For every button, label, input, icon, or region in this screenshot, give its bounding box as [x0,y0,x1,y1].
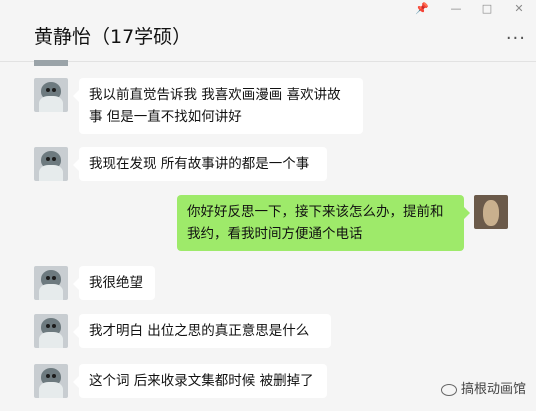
avatar[interactable] [34,266,68,300]
minimize-icon[interactable]: — [446,2,466,15]
close-icon[interactable]: ✕ [509,2,529,15]
avatar-self[interactable] [474,195,508,229]
more-icon[interactable]: ··· [506,28,526,49]
message-bubble: 我以前直觉告诉我 我喜欢画漫画 喜欢讲故事 但是一直不找如何讲好 [73,78,363,134]
message-bubble: 这个词 后来收录文集都时候 被删掉了 [73,364,327,398]
avatar[interactable] [34,60,68,66]
avatar[interactable] [34,147,68,181]
pin-icon[interactable]: 📌 [412,2,432,15]
watermark: 搞根动画馆 [440,378,526,397]
watermark-text: 搞根动画馆 [460,382,526,397]
message-bubble: 我才明白 出位之思的真正意思是什么 [73,314,331,348]
maximize-icon[interactable]: □ [477,2,497,15]
chat-title: 黄静怡（17学硕） [34,26,192,48]
chat-header: 黄静怡（17学硕） 📌 — □ ✕ ··· [0,0,536,62]
message-bubble: 我很绝望 [73,266,155,300]
message-bubble: 我现在发现 所有故事讲的都是一个事 [73,147,327,181]
avatar[interactable] [34,364,68,398]
wechat-icon [440,383,457,396]
message-bubble-self: 你好好反思一下，接下来该怎么办，提前和我约，看我时间方便通个电话 [177,195,470,251]
avatar[interactable] [34,78,68,112]
avatar[interactable] [34,314,68,348]
